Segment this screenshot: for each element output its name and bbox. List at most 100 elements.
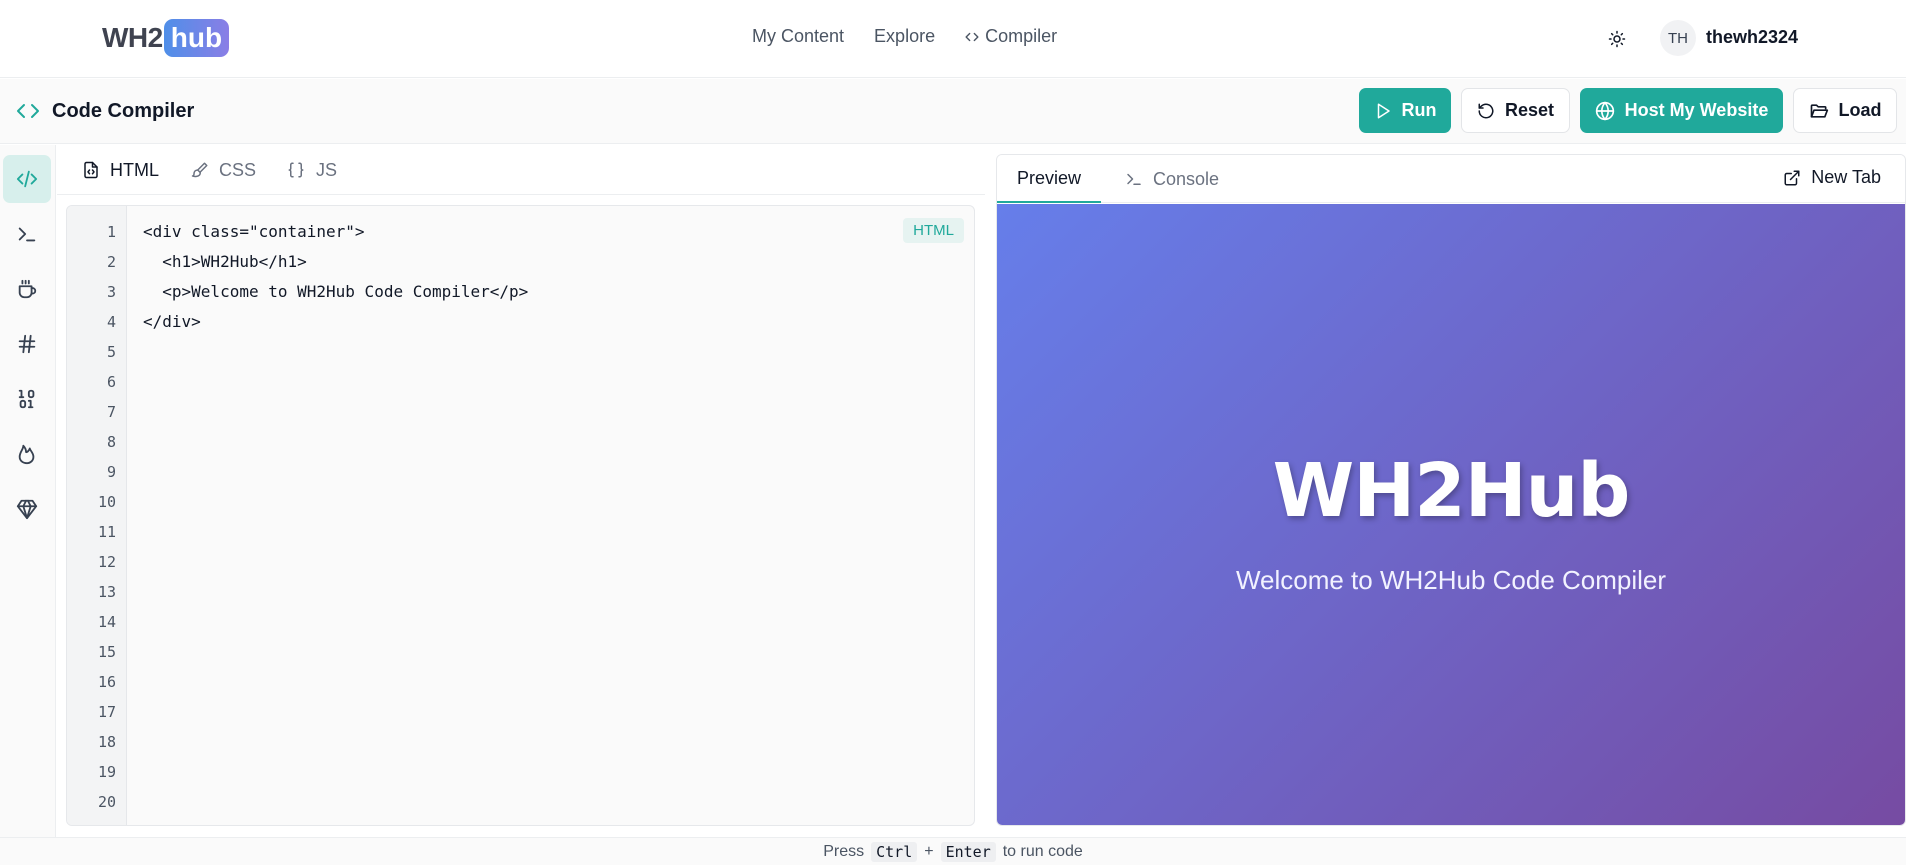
tab-html-label: HTML [110,159,159,180]
nav-compiler-label: Compiler [985,26,1058,46]
gem-icon [16,499,38,520]
terminal-icon [18,227,36,242]
line-number: 17 [97,703,116,721]
run-label: Run [1401,100,1437,120]
play-icon [1377,103,1390,118]
tab-preview[interactable]: Preview [997,155,1102,203]
sidebar-item-ruby[interactable] [3,485,51,533]
sidebar-item-java[interactable] [3,265,51,313]
folder-open-icon [1810,103,1828,118]
line-number: 18 [97,733,116,751]
flame-icon [18,444,35,465]
nav-compiler[interactable]: Compiler [965,26,1057,47]
compiler-toolbar: Code Compiler Run Reset Host My Website … [0,79,1906,144]
line-number: 2 [106,253,116,271]
language-sidebar [0,145,56,837]
coffee-icon [18,279,37,299]
host-label: Host My Website [1624,100,1769,120]
main-nav: My Content Explore Compiler [752,26,1057,47]
line-number-gutter: 1 2 3 4 5 6 7 8 9 10 11 12 13 14 15 16 17 18 19 20 [67,206,127,825]
external-link-icon [1784,170,1800,185]
line-number: 8 [106,433,116,451]
language-badge: HTML [903,218,964,243]
logo-text-wh2: WH2 [102,22,163,53]
preview-heading: WH2Hub [1272,448,1631,534]
page-title-text: Code Compiler [52,99,195,122]
line-number: 1 [106,223,116,241]
preview-frame[interactable]: WH2Hub Welcome to WH2Hub Code Compiler [997,204,1905,825]
kbd-ctrl: Ctrl [871,841,918,862]
line-number: 14 [97,613,116,631]
paintbrush-icon [191,162,208,178]
tab-console-label: Console [1153,168,1220,189]
tab-css-label: CSS [219,159,257,180]
line-number: 6 [106,373,116,391]
preview-tabs: Preview Console New Tab [997,155,1905,203]
line-number: 12 [97,553,116,571]
wh2hub-logo[interactable]: WH2 hub [102,19,230,57]
preview-panel: Preview Console New Tab WH2Hub Welcome t… [996,154,1906,826]
code-line: </div> [143,312,201,331]
keyboard-hint: Press Ctrl + Enter to run code [0,837,1906,865]
hash-icon [18,334,36,354]
code-editor[interactable]: 1 2 3 4 5 6 7 8 9 10 11 12 13 14 15 16 17 18 19 20 <div cla… [66,205,975,826]
tab-js[interactable]: JS [286,155,337,185]
reset-label: Reset [1504,100,1555,120]
code-line: <div class="container"> [143,222,365,241]
code-line: <h1>WH2Hub</h1> [143,252,307,271]
tab-preview-label: Preview [1017,167,1082,188]
line-number: 3 [106,283,116,301]
code-icon [965,32,979,41]
globe-icon [1595,100,1614,121]
code-icon [17,104,39,118]
avatar[interactable]: TH [1660,20,1696,56]
tab-html[interactable]: HTML [82,155,159,185]
code-line: <p>Welcome to WH2Hub Code Compiler</p> [143,282,529,301]
line-number: 9 [106,463,116,481]
sidebar-item-csharp[interactable] [3,320,51,368]
terminal-icon [1127,173,1141,185]
hint-suffix: to run code [1002,842,1083,860]
sun-icon [1608,30,1626,48]
line-number: 7 [106,403,116,421]
preview-paragraph: Welcome to WH2Hub Code Compiler [1235,565,1667,595]
page-title: Code Compiler [16,99,194,123]
line-number: 20 [97,793,116,811]
hint-plus: + [924,842,934,860]
editor-tabs: HTML CSS JS [57,145,985,195]
html-code-icon [16,170,38,188]
run-button[interactable]: Run [1359,88,1451,133]
sidebar-item-binary[interactable] [3,375,51,423]
new-tab-button[interactable]: New Tab [1783,167,1881,188]
tab-js-label: JS [316,159,338,180]
tab-css[interactable]: CSS [191,155,256,185]
line-number: 11 [97,523,116,541]
nav-explore[interactable]: Explore [874,26,935,47]
reset-button[interactable]: Reset [1461,88,1570,133]
nav-my-content[interactable]: My Content [752,26,844,47]
tab-console[interactable]: Console [1125,155,1219,203]
new-tab-label: New Tab [1811,167,1881,187]
sidebar-item-html[interactable] [3,155,51,203]
sidebar-item-terminal[interactable] [3,210,51,258]
line-number: 15 [97,643,116,661]
line-number: 13 [97,583,116,601]
braces-icon [288,162,304,178]
line-number: 4 [106,313,116,331]
host-website-button[interactable]: Host My Website [1580,88,1783,133]
load-label: Load [1838,100,1882,120]
line-number: 10 [97,493,116,511]
top-navbar: WH2 hub My Content Explore Compiler TH t… [0,0,1906,78]
theme-toggle-button[interactable] [1604,26,1630,52]
hint-press: Press [823,842,865,860]
username[interactable]: thewh2324 [1706,27,1798,48]
file-code-icon [84,161,98,179]
kbd-enter: Enter [940,841,996,862]
line-number: 19 [97,763,116,781]
load-button[interactable]: Load [1793,88,1897,133]
binary-icon [18,389,35,409]
rotate-ccw-icon [1478,103,1494,118]
sidebar-item-flame[interactable] [3,430,51,478]
logo-text-hub: hub [163,19,230,57]
line-number: 16 [97,673,116,691]
